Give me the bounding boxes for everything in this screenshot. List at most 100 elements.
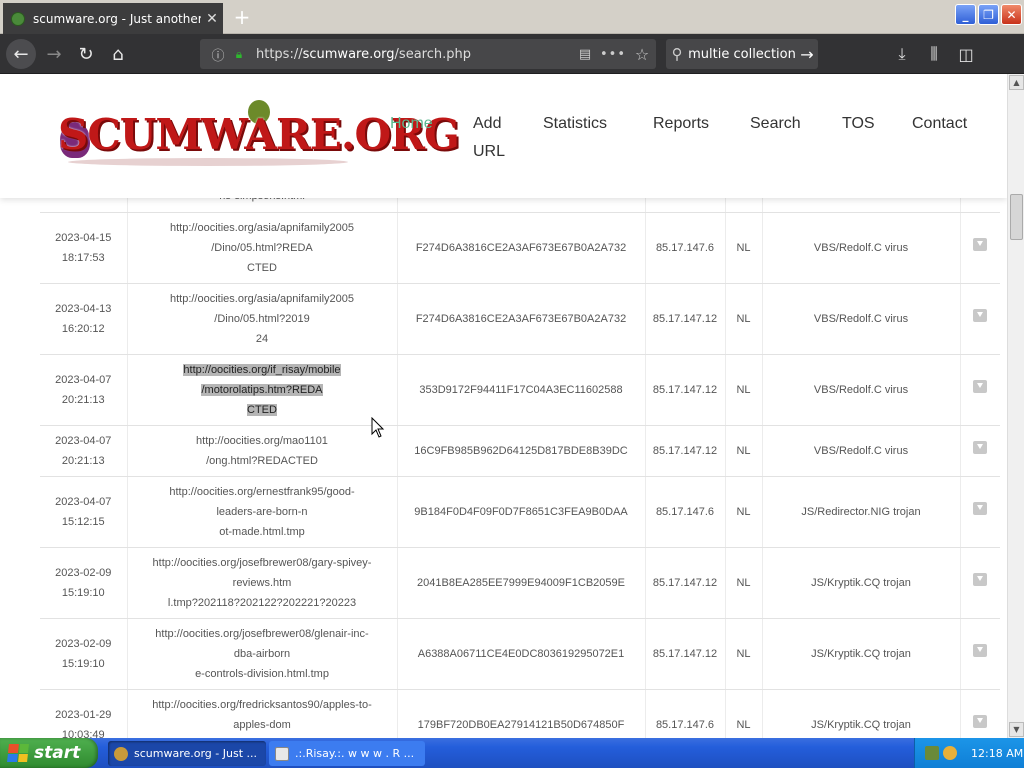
nav-add-url[interactable]: Add URL <box>473 110 505 166</box>
taskbar-item-document[interactable]: .:.Risay.:. w w w . R ... <box>269 741 425 766</box>
url-link[interactable]: e-controls-division.html.tmp <box>195 668 329 680</box>
cell-date: 2023-02-09 15:19:10 <box>40 618 127 690</box>
ip-address[interactable]: 85.17.147.12 <box>653 577 717 589</box>
page-viewport: SCUMWARE.ORG Home Add URL Statistics Repo… <box>0 74 1007 738</box>
nav-contact[interactable]: Contact <box>912 110 967 138</box>
ip-address[interactable]: 85.17.147.12 <box>653 384 717 396</box>
home-button[interactable]: ⌂ <box>104 40 132 68</box>
window-minimize-button[interactable]: _ <box>955 4 976 25</box>
scrollbar-thumb[interactable] <box>1010 194 1023 240</box>
threat-name[interactable]: VBS/Redolf.C virus <box>814 445 908 457</box>
threat-name[interactable]: JS/Kryptik.CQ trojan <box>811 719 911 731</box>
browser-tab[interactable]: scumware.org - Just another free ✕ <box>3 3 223 34</box>
download-icon[interactable] <box>973 573 988 586</box>
network-icon[interactable] <box>925 746 939 760</box>
reader-view-icon[interactable]: ▤ <box>572 47 598 62</box>
md5-hash[interactable]: F274D6A3816CE2A3AF673E67B0A2A732 <box>416 242 626 254</box>
threat-name[interactable]: VBS/Redolf.C virus <box>814 384 908 396</box>
ip-address[interactable]: 85.17.147.6 <box>656 506 714 518</box>
url-link[interactable]: http://oocities.org/ernestfrank95/good- <box>169 486 354 498</box>
reload-button[interactable]: ↻ <box>72 40 100 68</box>
home-icon: ⌂ <box>112 43 124 65</box>
url-link[interactable]: /Dino/05.html?REDA <box>211 242 313 254</box>
url-link[interactable]: http://oocities.org/josefbrewer08/glenai… <box>155 628 368 640</box>
threat-name[interactable]: JS/Kryptik.CQ trojan <box>811 577 911 589</box>
ip-address[interactable]: 85.17.147.12 <box>653 445 717 457</box>
cell-ip: 85.17.147.12 <box>644 547 725 619</box>
ip-address[interactable]: 85.17.147.12 <box>653 648 717 660</box>
url-link[interactable]: reviews.htm <box>233 577 292 589</box>
url-link[interactable]: /ong.html?REDACTED <box>206 455 318 467</box>
url-link[interactable]: http://oocities.org/fredricksantos90/app… <box>152 699 372 711</box>
window-maximize-button[interactable]: ❐ <box>978 4 999 25</box>
url-link[interactable]: apples-dom <box>233 719 290 731</box>
ip-address[interactable]: 85.17.147.6 <box>656 242 714 254</box>
search-text[interactable]: multie collection <box>688 47 796 62</box>
download-icon[interactable] <box>973 309 988 322</box>
threat-name[interactable]: VBS/Redolf.C virus <box>814 242 908 254</box>
nav-home[interactable]: Home <box>390 110 433 138</box>
md5-hash[interactable]: A6388A06711CE4E0DC803619295072E1 <box>418 648 625 660</box>
md5-hash[interactable]: 9B184F0D4F09F0D7F8651C3FEA9B0DAA <box>414 506 627 518</box>
download-icon[interactable] <box>973 644 988 657</box>
new-tab-button[interactable]: + <box>230 5 254 29</box>
scumware-logo[interactable]: SCUMWARE.ORG <box>58 100 460 170</box>
threat-name[interactable]: JS/Kryptik.CQ trojan <box>811 648 911 660</box>
address-bar[interactable]: ⓘ 🔒︎ https://scumware.org/search.php ▤ •… <box>200 39 656 69</box>
bookmark-star-icon[interactable]: ☆ <box>628 45 656 64</box>
url-link[interactable]: ot-made.html.tmp <box>219 526 305 538</box>
download-icon[interactable] <box>973 380 988 393</box>
url-link[interactable]: http://oocities.org/if_risay/mobile <box>183 364 341 376</box>
scroll-up-icon[interactable]: ▲ <box>1009 75 1024 90</box>
scroll-down-icon[interactable]: ▼ <box>1009 722 1024 737</box>
md5-hash[interactable]: F274D6A3816CE2A3AF673E67B0A2A732 <box>416 313 626 325</box>
search-box[interactable]: ⚲ multie collection → <box>666 39 818 69</box>
tab-close-icon[interactable]: ✕ <box>201 11 223 27</box>
url-link[interactable]: 24 <box>256 333 268 345</box>
security-icon[interactable] <box>943 746 957 760</box>
page-scrollbar[interactable]: ▲ ▼ <box>1007 74 1024 738</box>
table-row: 2023-04-15 18:17:53 http://oocities.org/as… <box>40 212 1000 284</box>
cell-threat: JS/Kryptik.CQ trojan <box>761 547 960 619</box>
taskbar-item-browser[interactable]: scumware.org - Just ... <box>108 741 266 766</box>
nav-statistics[interactable]: Statistics <box>543 110 607 138</box>
download-icon[interactable] <box>973 441 988 454</box>
md5-hash[interactable]: 2041B8EA285EE7999E94009F1CB2059E <box>417 577 625 589</box>
url-text[interactable]: https://scumware.org/search.php <box>256 47 572 62</box>
search-go-icon[interactable]: → <box>796 45 818 64</box>
threat-name[interactable]: JS/Redirector.NIG trojan <box>801 506 920 518</box>
cell-threat: JS/Kryptik.CQ trojan <box>761 689 960 738</box>
download-icon[interactable] <box>973 238 988 251</box>
window-close-button[interactable]: ✕ <box>1001 4 1022 25</box>
threat-name[interactable]: VBS/Redolf.C virus <box>814 313 908 325</box>
url-link[interactable]: /motorolatips.htm?REDA <box>201 384 323 396</box>
url-link[interactable]: http://oocities.org/mao1101 <box>196 435 328 447</box>
back-button[interactable]: ← <box>6 39 36 69</box>
page-actions-icon[interactable]: ••• <box>598 47 628 62</box>
url-link[interactable]: CTED <box>247 262 277 274</box>
url-link[interactable]: l.tmp?202118?202122?202221?20223 <box>168 597 356 609</box>
nav-tos[interactable]: TOS <box>842 110 875 138</box>
url-link[interactable]: http://oocities.org/josefbrewer08/gary-s… <box>153 557 372 569</box>
download-icon[interactable] <box>973 502 988 515</box>
info-icon[interactable]: ⓘ <box>206 45 230 64</box>
start-button[interactable]: start <box>0 738 98 768</box>
nav-reports[interactable]: Reports <box>653 110 709 138</box>
url-link[interactable]: leaders-are-born-n <box>216 506 307 518</box>
ip-address[interactable]: 85.17.147.6 <box>656 719 714 731</box>
ip-address[interactable]: 85.17.147.12 <box>653 313 717 325</box>
forward-button[interactable]: → <box>40 40 68 68</box>
download-icon[interactable] <box>973 715 988 728</box>
sidebar-button[interactable]: ◫ <box>952 40 980 68</box>
url-link[interactable]: /Dino/05.html?2019 <box>214 313 309 325</box>
library-button[interactable]: ⫼ <box>920 40 948 68</box>
url-link[interactable]: CTED <box>247 404 277 416</box>
downloads-button[interactable]: ⤓ <box>888 40 916 68</box>
md5-hash[interactable]: 353D9172F94411F17C04A3EC11602588 <box>419 384 622 396</box>
md5-hash[interactable]: 16C9FB985B962D64125D817BDE8B39DC <box>414 445 627 457</box>
md5-hash[interactable]: 179BF720DB0EA27914121B50D674850F <box>418 719 625 731</box>
nav-search[interactable]: Search <box>750 110 801 138</box>
url-link[interactable]: dba-airborn <box>234 648 290 660</box>
url-link[interactable]: http://oocities.org/asia/apnifamily2005 <box>170 222 354 234</box>
url-link[interactable]: http://oocities.org/asia/apnifamily2005 <box>170 293 354 305</box>
